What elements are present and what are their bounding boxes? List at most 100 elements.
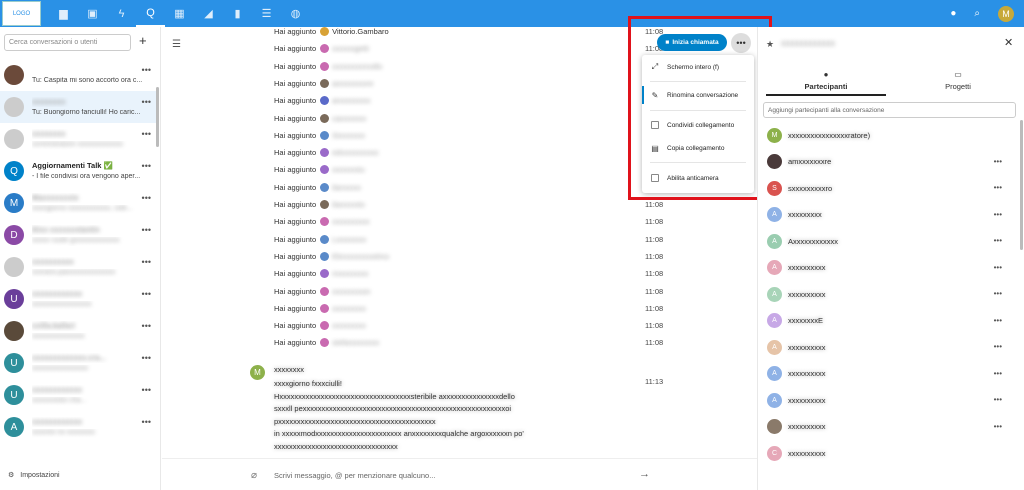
message-time: 11:08 bbox=[645, 217, 664, 227]
participant-item[interactable]: Cxxxxxxxxxx bbox=[758, 440, 1020, 467]
message-input[interactable]: Scrivi messaggio, @ per menzionare qualc… bbox=[274, 471, 435, 480]
more-options-icon[interactable]: ••• bbox=[142, 193, 151, 203]
system-message: Hai aggiunto Vittorio.Gambaro bbox=[274, 24, 389, 39]
system-message: Hai aggiunto axxxxxxxore bbox=[274, 76, 373, 91]
details-scrollbar[interactable] bbox=[1020, 120, 1023, 250]
notifications-icon[interactable]: ● bbox=[950, 8, 956, 19]
participant-item[interactable]: Axxxxxxxxx ••• bbox=[758, 202, 1020, 229]
conversation-title[interactable]: xxxxxxxxxxxx bbox=[781, 38, 835, 48]
conversation-item[interactable]: Tu: Caspita mi sono accorto ora c... ••• bbox=[0, 59, 157, 91]
conversation-item[interactable]: M Maxxxxxxxio xxongiorno xxxxxxxxxxxx, vol… bbox=[0, 187, 157, 219]
conversation-item[interactable]: Axxxxxxxxxxxx xxxxnio no xxxxxxxx ••• bbox=[0, 411, 157, 443]
conversation-preview: xxxxxxxisto cha... bbox=[32, 396, 87, 404]
calendar-icon[interactable]: ▦ bbox=[165, 0, 194, 27]
participant-options-icon[interactable]: ••• bbox=[994, 422, 1002, 431]
more-options-icon[interactable]: ••• bbox=[142, 417, 151, 427]
participant-options-icon[interactable]: ••• bbox=[994, 369, 1002, 378]
participant-item[interactable]: Axxxxxxxxxx ••• bbox=[758, 281, 1020, 308]
system-text: Hai aggiunto bbox=[274, 113, 317, 123]
more-options-icon[interactable]: ••• bbox=[142, 257, 151, 267]
attachment-icon[interactable]: ⌀ bbox=[251, 470, 257, 481]
user-name: xxxxxxxxx bbox=[332, 303, 366, 313]
more-options-icon[interactable]: ••• bbox=[142, 353, 151, 363]
conversation-preview: Tu: Buongiorno fanciulli! Ho caric... bbox=[32, 108, 141, 116]
system-text: Hai aggiunto bbox=[274, 338, 317, 348]
participant-options-icon[interactable]: ••• bbox=[994, 263, 1002, 272]
conversation-item[interactable]: Q Aggiornamenti Talk ✅ - I file condivisi … bbox=[0, 155, 157, 187]
globe-icon[interactable]: ◍ bbox=[281, 0, 310, 27]
announcements-icon[interactable]: ◢ bbox=[194, 0, 223, 27]
participant-options-icon[interactable]: ••• bbox=[994, 183, 1002, 192]
new-conversation-button[interactable]: + bbox=[139, 33, 147, 48]
tab-projects[interactable]: ▭ Progetti bbox=[898, 70, 1018, 91]
conversation-item[interactable]: Uxxxxxxxxxxxxx.cra... xxxxxxxxxxxxxxxx ••• bbox=[0, 347, 157, 379]
participant-item[interactable]: Axxxxxxxxxx ••• bbox=[758, 361, 1020, 388]
conversation-preview: Tu: Caspita mi sono accorto ora c... bbox=[32, 76, 143, 84]
avatar bbox=[4, 321, 24, 341]
conversation-item[interactable]: xxilla.ballari xxxxxxxxxxxxxxx ••• bbox=[0, 315, 157, 347]
tasks-icon[interactable]: ☰ bbox=[252, 0, 281, 27]
participant-options-icon[interactable]: ••• bbox=[994, 289, 1002, 298]
more-options-icon[interactable]: ••• bbox=[142, 289, 151, 299]
logo[interactable]: LOGO bbox=[2, 1, 41, 26]
participant-item[interactable]: Axxxxxxxxxx ••• bbox=[758, 255, 1020, 282]
user-name: xxxxxxxxon bbox=[332, 286, 371, 296]
send-button[interactable]: → bbox=[639, 468, 650, 480]
participant-item[interactable]: Mxxxxxxxxxxxxxxxxratore) bbox=[758, 122, 1020, 149]
details-sidebar: ★ xxxxxxxxxxxx ✕ ● Partecipanti ▭ Proget… bbox=[757, 27, 1024, 490]
more-options-icon[interactable]: ••• bbox=[142, 129, 151, 139]
participant-options-icon[interactable]: ••• bbox=[994, 236, 1002, 245]
system-message: Hai aggiunto stefanoxxxxxx bbox=[274, 335, 379, 350]
add-participants-input[interactable]: Aggiungi partecipanti alla conversazione bbox=[763, 102, 1016, 118]
participant-item[interactable]: A Axxxxxxxxxxxx ••• bbox=[758, 228, 1020, 255]
conversation-item[interactable]: Uxxxxxxxxxxxx xxxxxxxxxxxxxxxxx ••• bbox=[0, 283, 157, 315]
participant-options-icon[interactable]: ••• bbox=[994, 395, 1002, 404]
more-options-icon[interactable]: ••• bbox=[142, 385, 151, 395]
conversation-item[interactable]: xxxxxxxxxx xxxrano.paxxxxxxxxxxxxxx ••• bbox=[0, 251, 157, 283]
participant-name: sxxxxxxxxxro bbox=[788, 183, 833, 193]
favorite-star-icon[interactable]: ★ bbox=[766, 39, 774, 50]
participant-options-icon[interactable]: ••• bbox=[994, 316, 1002, 325]
participant-item[interactable]: Axxxxxxxxxx ••• bbox=[758, 387, 1020, 414]
more-options-icon[interactable]: ••• bbox=[142, 225, 151, 235]
photos-icon[interactable]: ▣ bbox=[78, 0, 107, 27]
conversation-preview: xxxrano.paxxxxxxxxxxxxxx bbox=[32, 268, 116, 276]
more-options-icon[interactable]: ••• bbox=[142, 321, 151, 331]
participant-item[interactable]: Axxxxxxxxxx ••• bbox=[758, 334, 1020, 361]
participant-options-icon[interactable]: ••• bbox=[994, 342, 1002, 351]
participant-options-icon[interactable]: ••• bbox=[994, 210, 1002, 219]
more-options-icon[interactable]: ••• bbox=[142, 161, 151, 171]
more-options-icon[interactable]: ••• bbox=[142, 65, 151, 75]
system-text: Hai aggiunto bbox=[274, 96, 317, 106]
conversation-item[interactable]: xxxxxxxx xxministratore xxxxxxxxxxxxx ••• bbox=[0, 123, 157, 155]
sidebar-scrollbar[interactable] bbox=[156, 87, 159, 147]
app-menu: ▆ ▣ ϟ Q ▦ ◢ ▮ ☰ ◍ bbox=[49, 0, 310, 27]
system-message: Hai aggiunto ilaxxxxxto bbox=[274, 197, 365, 212]
files-icon[interactable]: ▆ bbox=[49, 0, 78, 27]
participant-options-icon[interactable]: ••• bbox=[994, 157, 1002, 166]
tab-participants[interactable]: ● Partecipanti bbox=[766, 70, 886, 91]
participant-item[interactable]: Ssxxxxxxxxxro ••• bbox=[758, 175, 1020, 202]
more-options-icon[interactable]: ••• bbox=[142, 97, 151, 107]
talk-icon[interactable]: Q bbox=[136, 0, 165, 27]
activity-icon[interactable]: ϟ bbox=[107, 0, 136, 27]
message-line: sxxxll pexxxxxxxxxxxxxxxxxxxxxxxxxxxxxxx… bbox=[274, 404, 512, 413]
participant-item[interactable]: amxxxxxxxre ••• bbox=[758, 149, 1020, 176]
conversation-item[interactable]: xxxxxxxx Tu: Buongiorno fanciulli! Ho car… bbox=[0, 91, 157, 123]
participant-item[interactable]: xxxxxxxxxx ••• bbox=[758, 414, 1020, 441]
conversation-item[interactable]: Uxxxxxxxxxxxx xxxxxxxisto cha... ••• bbox=[0, 379, 157, 411]
menu-toggle-icon[interactable]: ☰ bbox=[172, 39, 181, 50]
system-text: Hai aggiunto bbox=[274, 44, 317, 54]
user-avatar-mini bbox=[320, 148, 330, 158]
stats-icon[interactable]: ▮ bbox=[223, 0, 252, 27]
settings-button[interactable]: ⚙ Impostazioni bbox=[8, 471, 60, 480]
top-header: LOGO ▆ ▣ ϟ Q ▦ ◢ ▮ ☰ ◍ ● ⌕ M bbox=[0, 0, 1024, 27]
participant-item[interactable]: AxxxxxxxxE ••• bbox=[758, 308, 1020, 335]
participant-avatar: C bbox=[767, 445, 782, 461]
search-conversations-input[interactable]: Cerca conversazioni o utenti bbox=[4, 34, 131, 51]
close-icon[interactable]: ✕ bbox=[1004, 36, 1013, 49]
conversation-item[interactable]: D Dixx xxxxxxxtantin xxxxx vuole gxxxxxxxx… bbox=[0, 219, 157, 251]
search-icon[interactable]: ⌕ bbox=[974, 8, 980, 19]
user-avatar-mini bbox=[320, 234, 330, 244]
user-avatar[interactable]: M bbox=[998, 5, 1014, 22]
